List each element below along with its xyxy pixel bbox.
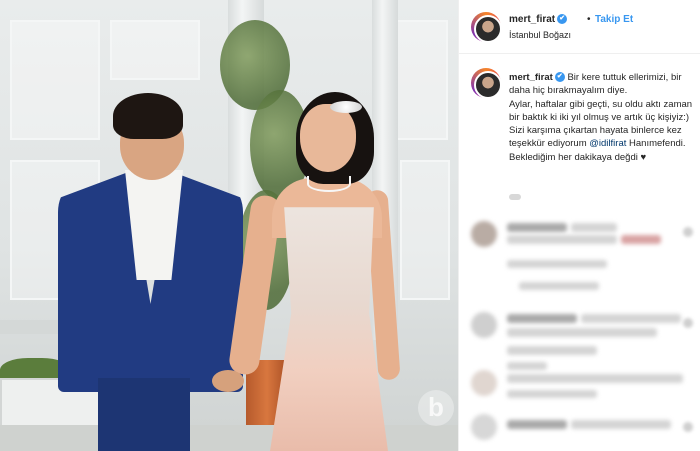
like-heart-icon[interactable]	[683, 318, 693, 328]
floor	[0, 425, 458, 451]
comment-avatar	[471, 312, 497, 338]
verified-check-icon: ✔	[554, 72, 565, 83]
wall-panel	[390, 20, 448, 140]
blurred-text	[571, 420, 671, 429]
comment-item	[459, 256, 700, 296]
blurred-text	[571, 223, 617, 232]
comment-avatar	[471, 370, 497, 396]
comment-avatar	[471, 221, 497, 247]
blurred-text	[507, 235, 617, 244]
comment-item	[459, 215, 700, 255]
wall-panel	[110, 20, 200, 80]
bride-face	[300, 104, 356, 172]
wall-panel	[10, 20, 100, 140]
groom-pants	[98, 378, 190, 451]
caption-username[interactable]: mert_firat ✔	[509, 72, 565, 83]
blurred-text	[507, 390, 597, 398]
blurred-timestamp	[509, 194, 521, 200]
post-sidebar: mert_firat ✔ • Takip Et İstanbul Boğazı m…	[458, 0, 700, 451]
verified-check-icon: ✔	[557, 14, 568, 25]
comment-avatar	[471, 414, 497, 440]
mention-link[interactable]: @idilfirat	[589, 138, 626, 149]
header-username[interactable]: mert_firat ✔	[509, 14, 568, 25]
blurred-text	[507, 314, 577, 323]
blurred-text	[519, 282, 599, 290]
post-photo[interactable]: b	[0, 0, 458, 451]
blurred-text	[507, 374, 683, 383]
comment-item	[459, 368, 700, 408]
blurred-text	[507, 346, 597, 355]
caption-username-text[interactable]: mert_firat	[509, 72, 553, 83]
blurred-text	[507, 223, 567, 232]
caption: mert_firat ✔ Bir kere tuttuk ellerimizi, …	[509, 71, 697, 164]
wall-panel	[400, 160, 450, 300]
blurred-text	[507, 420, 567, 429]
blurred-text	[581, 314, 681, 323]
watermark-logo: b	[418, 390, 454, 426]
bride-dress	[270, 207, 388, 451]
location-link[interactable]: İstanbul Boğazı	[509, 30, 571, 40]
like-heart-icon[interactable]	[683, 227, 693, 237]
bride-necklace	[307, 176, 351, 192]
like-heart-icon[interactable]	[683, 422, 693, 432]
separator-dot: •	[587, 14, 591, 25]
groom-hair	[113, 93, 183, 139]
username-text[interactable]: mert_firat	[509, 14, 555, 25]
bride-tiara	[330, 101, 362, 113]
blurred-text	[621, 235, 661, 244]
profile-avatar-icon[interactable]	[471, 12, 502, 43]
comment-item	[459, 410, 700, 450]
post-header: mert_firat ✔ • Takip Et İstanbul Boğazı	[459, 0, 700, 54]
held-hands	[212, 370, 244, 392]
profile-avatar-icon[interactable]	[471, 68, 502, 99]
blurred-text	[507, 328, 657, 337]
follow-button[interactable]: Takip Et	[595, 14, 633, 25]
blurred-text	[507, 260, 607, 268]
